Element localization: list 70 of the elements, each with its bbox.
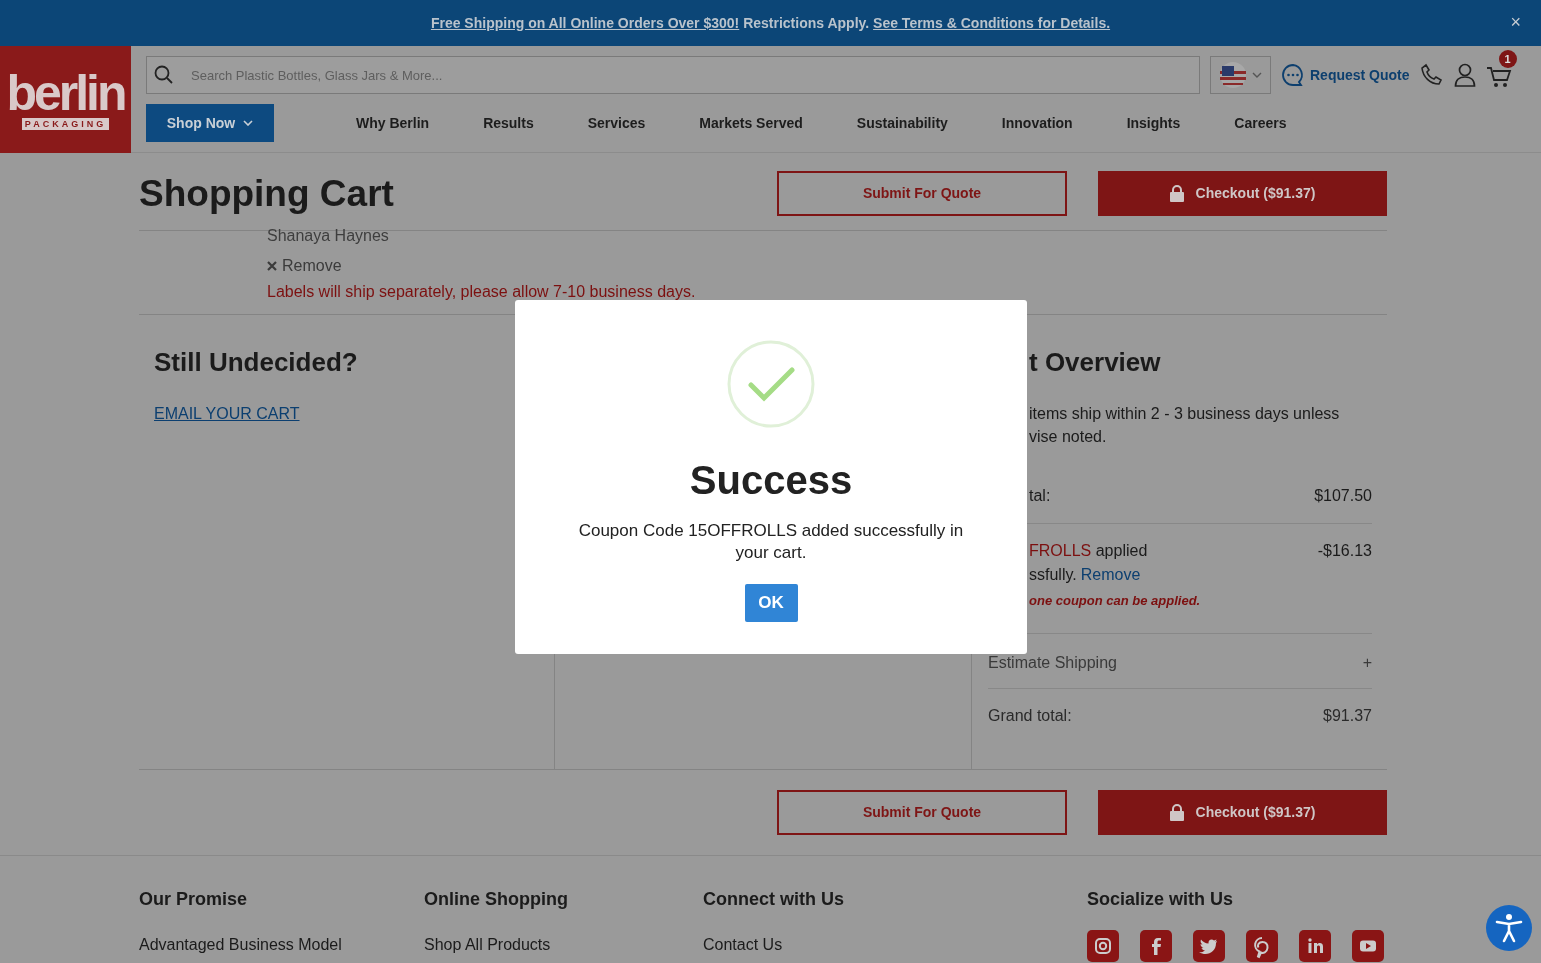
chevron-down-icon <box>1251 72 1262 78</box>
phone-icon[interactable] <box>1419 63 1444 87</box>
footer-heading: Online Shopping <box>424 888 569 911</box>
discount-value: -$16.13 <box>1317 541 1372 561</box>
summary-value: $107.50 <box>1314 486 1372 506</box>
nav-link[interactable]: Careers <box>1207 112 1314 134</box>
chat-icon <box>1281 63 1305 87</box>
summary-label: tal: <box>1029 486 1051 506</box>
nav-link[interactable]: Results <box>456 112 561 134</box>
shop-now-button[interactable]: Shop Now <box>146 104 274 142</box>
announcement-link[interactable]: See Terms & Conditions for Details. <box>873 14 1111 31</box>
nav-link[interactable]: Markets Served <box>672 112 830 134</box>
footer-link[interactable]: Advantaged Business Model <box>139 933 424 957</box>
checkout-button[interactable]: Checkout ($91.37) <box>1098 790 1387 835</box>
youtube-icon[interactable] <box>1352 930 1384 962</box>
cart-icon[interactable] <box>1485 66 1512 88</box>
coupon-note: one coupon can be applied. <box>1029 592 1201 610</box>
cart-count-badge: 1 <box>1498 50 1517 68</box>
dialog-message: Coupon Code 15OFFROLLS added successfully in your cart. <box>577 520 965 564</box>
announcement-link[interactable]: Free Shipping on All Online Orders Over $300! <box>430 14 740 31</box>
user-icon[interactable] <box>1453 63 1476 87</box>
dialog-title: Success <box>689 457 853 504</box>
logo[interactable]: berlin PACKAGING <box>0 46 131 153</box>
close-icon <box>267 261 277 271</box>
accessibility-icon <box>1495 913 1523 943</box>
instagram-icon[interactable] <box>1087 930 1119 962</box>
overview-text: items ship within 2 - 3 business days unless <box>1029 404 1341 424</box>
twitter-icon[interactable] <box>1193 930 1225 962</box>
nav-link[interactable]: Services <box>560 112 673 134</box>
coupon-status: FROLLS applied <box>1029 541 1149 561</box>
overview-text: vise noted. <box>1029 427 1108 447</box>
linkedin-icon[interactable] <box>1299 930 1331 962</box>
coupon-status: ssfully. <box>1029 565 1077 585</box>
recipient-name: Shanaya Haynes <box>267 226 390 246</box>
section-heading: t Overview <box>1028 346 1162 379</box>
shipping-note: Labels will ship separately, please allow 7-10 business days. <box>267 282 697 302</box>
flag-icon <box>1219 62 1246 88</box>
footer-link[interactable]: Contact Us <box>703 933 1087 957</box>
remove-coupon-link[interactable]: Remove <box>1080 563 1141 587</box>
request-quote-link[interactable]: Request Quote <box>1281 63 1410 87</box>
ok-button[interactable]: OK <box>744 584 798 622</box>
section-heading: Still Undecided? <box>154 346 359 379</box>
checkmark-icon <box>727 340 815 428</box>
footer-link[interactable]: Shop All Products <box>424 933 703 957</box>
estimate-shipping-toggle[interactable]: Estimate Shipping <box>988 651 1117 675</box>
search-field[interactable]: Search Plastic Bottles, Glass Jars & More... <box>146 56 1200 94</box>
summary-value: $91.37 <box>1323 706 1372 726</box>
nav-link[interactable]: Why Berlin <box>329 112 457 134</box>
facebook-icon[interactable] <box>1140 930 1172 962</box>
country-selector[interactable] <box>1210 56 1271 94</box>
nav-link[interactable]: Innovation <box>974 112 1100 134</box>
accessibility-button[interactable] <box>1486 905 1532 951</box>
footer-heading: Connect with Us <box>703 888 845 911</box>
nav-link[interactable]: Insights <box>1099 112 1208 134</box>
footer-heading: Our Promise <box>139 888 249 911</box>
chevron-down-icon <box>243 120 254 126</box>
lock-icon <box>1169 804 1184 821</box>
search-icon <box>154 65 174 85</box>
page-title: Shopping Cart <box>139 172 394 215</box>
close-button[interactable]: × <box>1510 12 1521 32</box>
remove-link[interactable]: Remove <box>267 254 342 278</box>
expand-icon[interactable]: + <box>1362 651 1372 675</box>
announcement-text: Free Shipping on All Online Orders Over $300! Restrictions Apply. See Terms & Conditions for Details. <box>430 13 1111 33</box>
checkout-button[interactable]: Checkout ($91.37) <box>1098 171 1387 216</box>
nav-link[interactable]: Sustainability <box>829 112 975 134</box>
footer-heading: Socialize with Us <box>1087 888 1235 911</box>
submit-quote-button[interactable]: Submit For Quote <box>777 171 1067 216</box>
summary-label: Grand total: <box>988 706 1072 726</box>
submit-quote-button[interactable]: Submit For Quote <box>777 790 1067 835</box>
lock-icon <box>1169 185 1184 202</box>
